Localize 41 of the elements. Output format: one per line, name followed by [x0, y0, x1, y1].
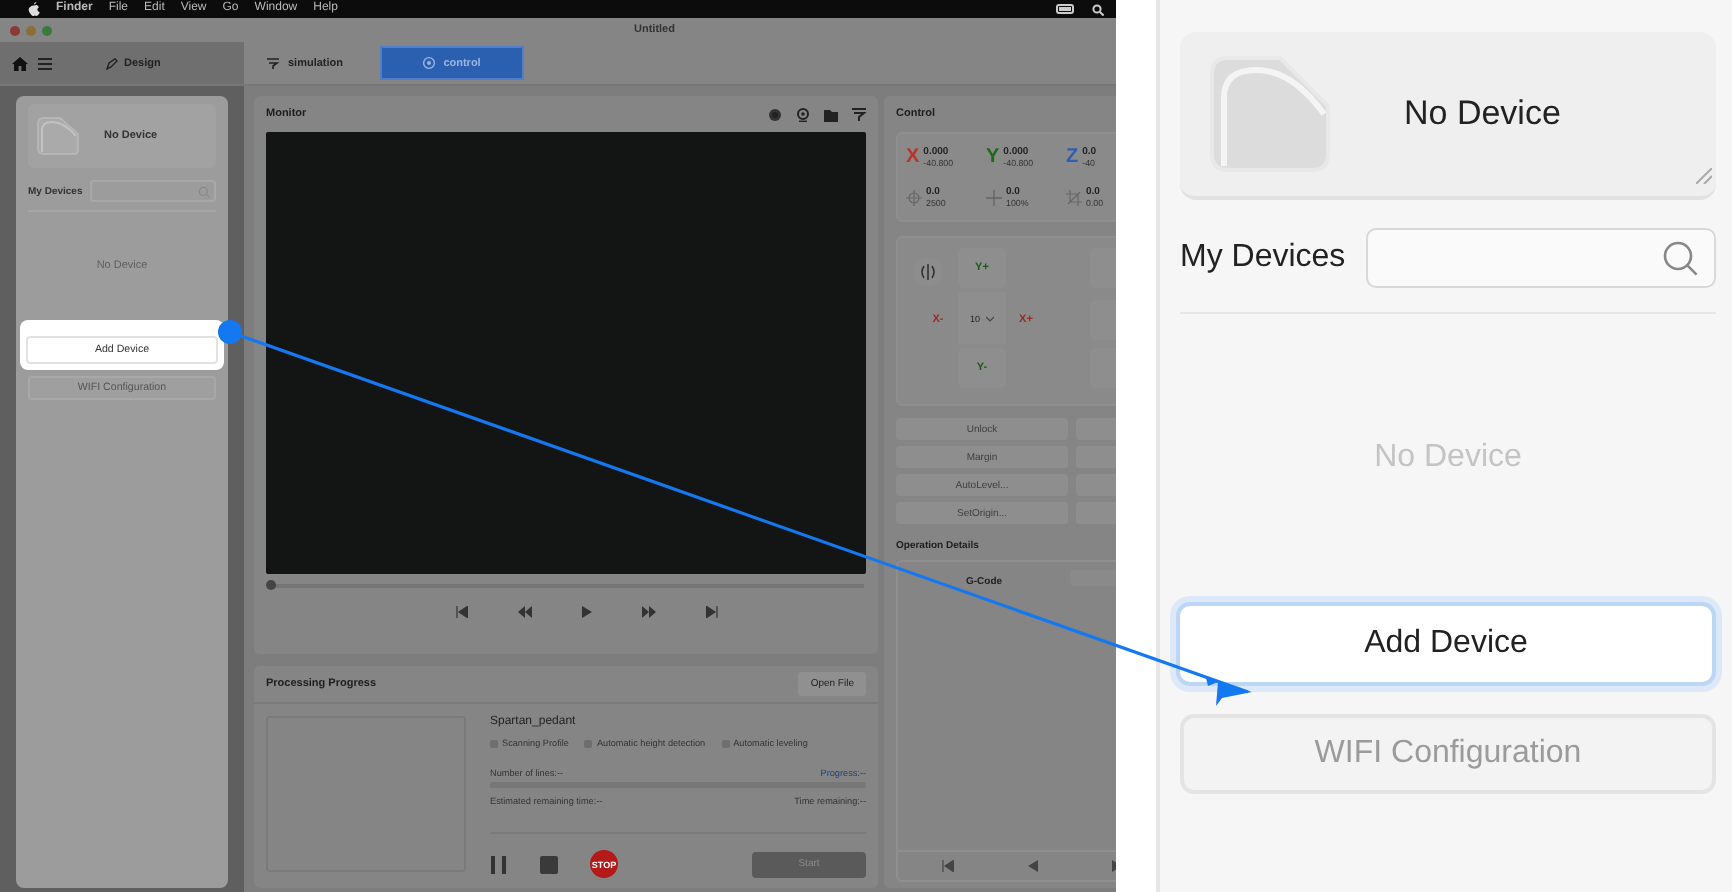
- play-icon[interactable]: [581, 605, 591, 617]
- apple-icon[interactable]: [28, 2, 40, 16]
- device-icon: [36, 116, 80, 156]
- skip-forward-icon[interactable]: [705, 605, 717, 617]
- search-icon[interactable]: [1092, 3, 1104, 15]
- menu-icon[interactable]: [38, 57, 52, 69]
- rewind-icon[interactable]: [517, 605, 531, 617]
- zoom-button[interactable]: [42, 25, 52, 35]
- close-button[interactable]: [10, 25, 20, 35]
- funnel-icon: [266, 57, 280, 69]
- my-devices-label: My Devices: [1180, 240, 1346, 276]
- search-icon: [1662, 240, 1698, 276]
- add-device-button[interactable]: Add Device: [1176, 602, 1716, 686]
- fast-forward-icon[interactable]: [641, 605, 655, 617]
- stop-icon[interactable]: [540, 855, 558, 873]
- battery-icon[interactable]: [1056, 4, 1076, 14]
- pencil-icon: [106, 57, 118, 69]
- axis-label: Y: [986, 146, 1000, 168]
- search-field[interactable]: [1365, 228, 1716, 288]
- home-icon[interactable]: [12, 55, 28, 71]
- axis-label: X: [906, 146, 920, 168]
- funnel-icon[interactable]: [852, 107, 866, 121]
- crop-icon: [1066, 189, 1082, 205]
- plus-icon: [986, 189, 1002, 205]
- skip-back-icon[interactable]: [942, 860, 954, 872]
- device-icon: [1208, 54, 1332, 174]
- chevron-icon: [986, 315, 994, 321]
- search-field[interactable]: [90, 180, 216, 202]
- wifi-configuration-button[interactable]: WIFI Configuration: [1180, 714, 1716, 794]
- pause-icon[interactable]: [490, 855, 508, 873]
- skip-back-icon[interactable]: [455, 605, 467, 617]
- crosshair-icon: [906, 189, 922, 205]
- device-name: No Device: [1404, 94, 1561, 134]
- back-icon[interactable]: [1028, 860, 1038, 872]
- webcam-icon[interactable]: [796, 107, 810, 121]
- search-icon: [198, 185, 210, 197]
- record-icon[interactable]: [768, 107, 782, 121]
- gear-icon: [421, 56, 436, 70]
- resize-grip-icon[interactable]: [1696, 168, 1712, 184]
- axis-label: Z: [1066, 146, 1079, 168]
- folder-icon[interactable]: [824, 107, 838, 121]
